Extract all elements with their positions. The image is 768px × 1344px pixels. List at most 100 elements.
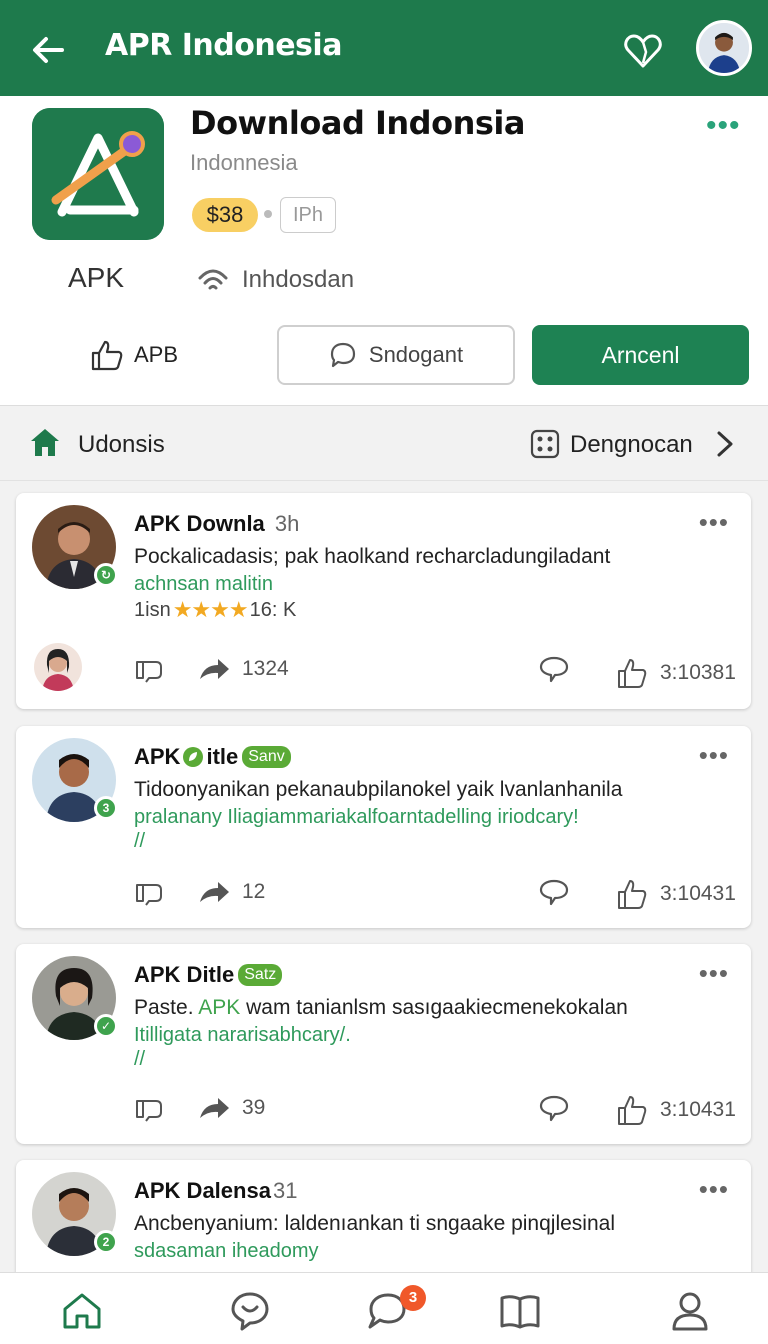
leaf-icon xyxy=(183,747,204,767)
thumbs-down-icon xyxy=(136,1100,162,1122)
nav-messages-icon[interactable] xyxy=(228,1289,272,1333)
post-time: 3h xyxy=(274,511,300,536)
comment-button[interactable] xyxy=(538,876,570,908)
chevron-right-icon[interactable] xyxy=(712,429,738,459)
app-bar: APR Indonesia xyxy=(0,0,768,96)
thumbs-up-icon xyxy=(618,659,647,688)
nav-profile-icon[interactable] xyxy=(668,1289,712,1333)
secondary-action-label: Sndogant xyxy=(368,342,464,367)
back-arrow-icon[interactable] xyxy=(28,30,68,70)
price-badge: $38 xyxy=(192,198,258,232)
thumbs-down-icon xyxy=(136,884,162,906)
avatar-photo xyxy=(699,23,749,73)
post-menu-icon[interactable]: ••• xyxy=(699,740,729,771)
author-tag: Satz xyxy=(238,964,283,986)
author-tag: Sanv xyxy=(242,746,291,768)
post-body: Tidoonyanikan pekanaubpilanokel yaik lva… xyxy=(134,778,623,801)
post-link[interactable]: sdasaman iheadomy xyxy=(134,1240,319,1263)
repost-button[interactable] xyxy=(134,1092,166,1124)
post-link[interactable]: achnsan malitin xyxy=(134,573,273,596)
home-icon[interactable] xyxy=(28,425,62,459)
signal-icon xyxy=(198,269,228,290)
like-count: 3:10381 xyxy=(660,661,736,684)
comment-button[interactable] xyxy=(538,653,570,685)
post-body-prefix: Paste. xyxy=(134,996,194,1019)
share-button[interactable]: 1324 xyxy=(198,653,289,685)
like-app-label: APB xyxy=(134,342,179,367)
like-count: 3:10431 xyxy=(660,882,736,905)
verified-badge-icon: ✓ xyxy=(94,1014,118,1038)
level-badge: 3 xyxy=(94,796,118,820)
rating-prefix: 1isn xyxy=(134,598,171,621)
share-count: 39 xyxy=(242,1096,266,1119)
share-button[interactable]: 12 xyxy=(198,876,265,908)
post-body-rest: wam tanianlsm sasıgaakiecmenekokalan xyxy=(246,996,628,1019)
author-name: APK xyxy=(134,744,181,769)
author-name-suffix: itle xyxy=(206,744,239,769)
more-options-icon[interactable]: ••• xyxy=(706,111,741,141)
bottom-navigation: 3 xyxy=(0,1272,768,1344)
author-name: APK Ditle xyxy=(134,962,235,987)
post-card[interactable]: ✓ APK Ditle Satz ••• Paste. APK wam tani… xyxy=(16,944,751,1144)
app-bar-title: APR Indonesia xyxy=(105,28,342,63)
share-button[interactable]: 39 xyxy=(198,1092,265,1124)
source-label: Inhdosdan xyxy=(242,266,355,293)
notification-badge: 3 xyxy=(400,1285,426,1311)
post-author[interactable]: APK itle Sanv xyxy=(134,744,291,770)
share-arrow-icon xyxy=(200,1098,229,1118)
post-time: 31 xyxy=(272,1178,298,1203)
thumbs-down-icon xyxy=(136,661,162,683)
chat-bubble-icon xyxy=(330,342,355,368)
post-menu-icon[interactable]: ••• xyxy=(699,507,729,538)
rating-count: 16: K xyxy=(249,598,297,621)
repost-button[interactable] xyxy=(134,653,166,685)
commenter-avatar[interactable] xyxy=(34,643,82,691)
post-body: Ancbenyanium: laldenıankan ti sngaake pi… xyxy=(134,1212,615,1235)
like-app-button[interactable]: APB xyxy=(90,336,178,374)
star-rating-icon: ★★★★ xyxy=(172,597,249,622)
post-body: Pockalicadasis; pak haolkand recharcladu… xyxy=(134,545,611,568)
thumbs-up-icon xyxy=(618,1096,647,1125)
profile-avatar[interactable] xyxy=(696,20,752,76)
post-rating: 1isn ★★★★ 16: K xyxy=(134,597,296,623)
author-name: APK Dalensa xyxy=(134,1178,271,1203)
post-menu-icon[interactable]: ••• xyxy=(699,1174,729,1205)
post-card[interactable]: ↻ APK Downla 3h ••• Pockalicadasis; pak … xyxy=(16,493,751,709)
verified-badge-icon: ↻ xyxy=(94,563,118,587)
favorite-heart-icon[interactable] xyxy=(622,30,664,72)
post-link[interactable]: Itilligata nararisabhcary/. xyxy=(134,1024,351,1047)
like-button[interactable]: 3:10431 xyxy=(616,1094,736,1126)
sort-label[interactable]: Dengnocan xyxy=(570,431,693,459)
like-button[interactable]: 3:10381 xyxy=(616,657,736,689)
separator-dot xyxy=(264,210,272,218)
thumbs-up-icon xyxy=(618,880,647,909)
comment-button[interactable] xyxy=(538,1092,570,1124)
post-body-highlight[interactable]: APK xyxy=(198,996,240,1019)
share-count: 1324 xyxy=(242,657,289,680)
secondary-action-button[interactable]: Sndogant xyxy=(277,325,515,385)
level-badge: 2 xyxy=(94,1230,118,1254)
nav-home-icon[interactable] xyxy=(60,1289,104,1333)
app-developer[interactable]: Indonnesia xyxy=(190,150,298,176)
post-card[interactable]: 3 APK itle Sanv ••• Tidoonyanikan pekana… xyxy=(16,726,751,928)
post-author[interactable]: APK Dalensa 31 xyxy=(134,1178,297,1204)
post-author[interactable]: APK Downla 3h xyxy=(134,511,299,537)
like-button[interactable]: 3:10431 xyxy=(616,878,736,910)
author-name: APK Downla xyxy=(134,511,265,536)
post-link[interactable]: pralanany Iliagiammariakalfoarntadelling… xyxy=(134,806,579,829)
app-logo-icon xyxy=(32,108,164,240)
dice-icon[interactable] xyxy=(530,429,560,459)
repost-button[interactable] xyxy=(134,876,166,908)
post-author[interactable]: APK Ditle Satz xyxy=(134,962,283,988)
filter-home-label[interactable]: Udonsis xyxy=(78,431,165,459)
like-count: 3:10431 xyxy=(660,1098,736,1121)
comment-icon xyxy=(539,656,569,683)
thumbs-up-icon xyxy=(91,340,123,371)
primary-action-button[interactable]: Arncenl xyxy=(532,325,749,385)
post-menu-icon[interactable]: ••• xyxy=(699,958,729,989)
filter-bar: Udonsis Dengnocan xyxy=(0,407,768,481)
nav-library-book-icon[interactable] xyxy=(498,1289,542,1333)
platform-badge: IPh xyxy=(280,197,336,233)
comment-icon xyxy=(539,879,569,906)
share-arrow-icon xyxy=(200,659,229,679)
